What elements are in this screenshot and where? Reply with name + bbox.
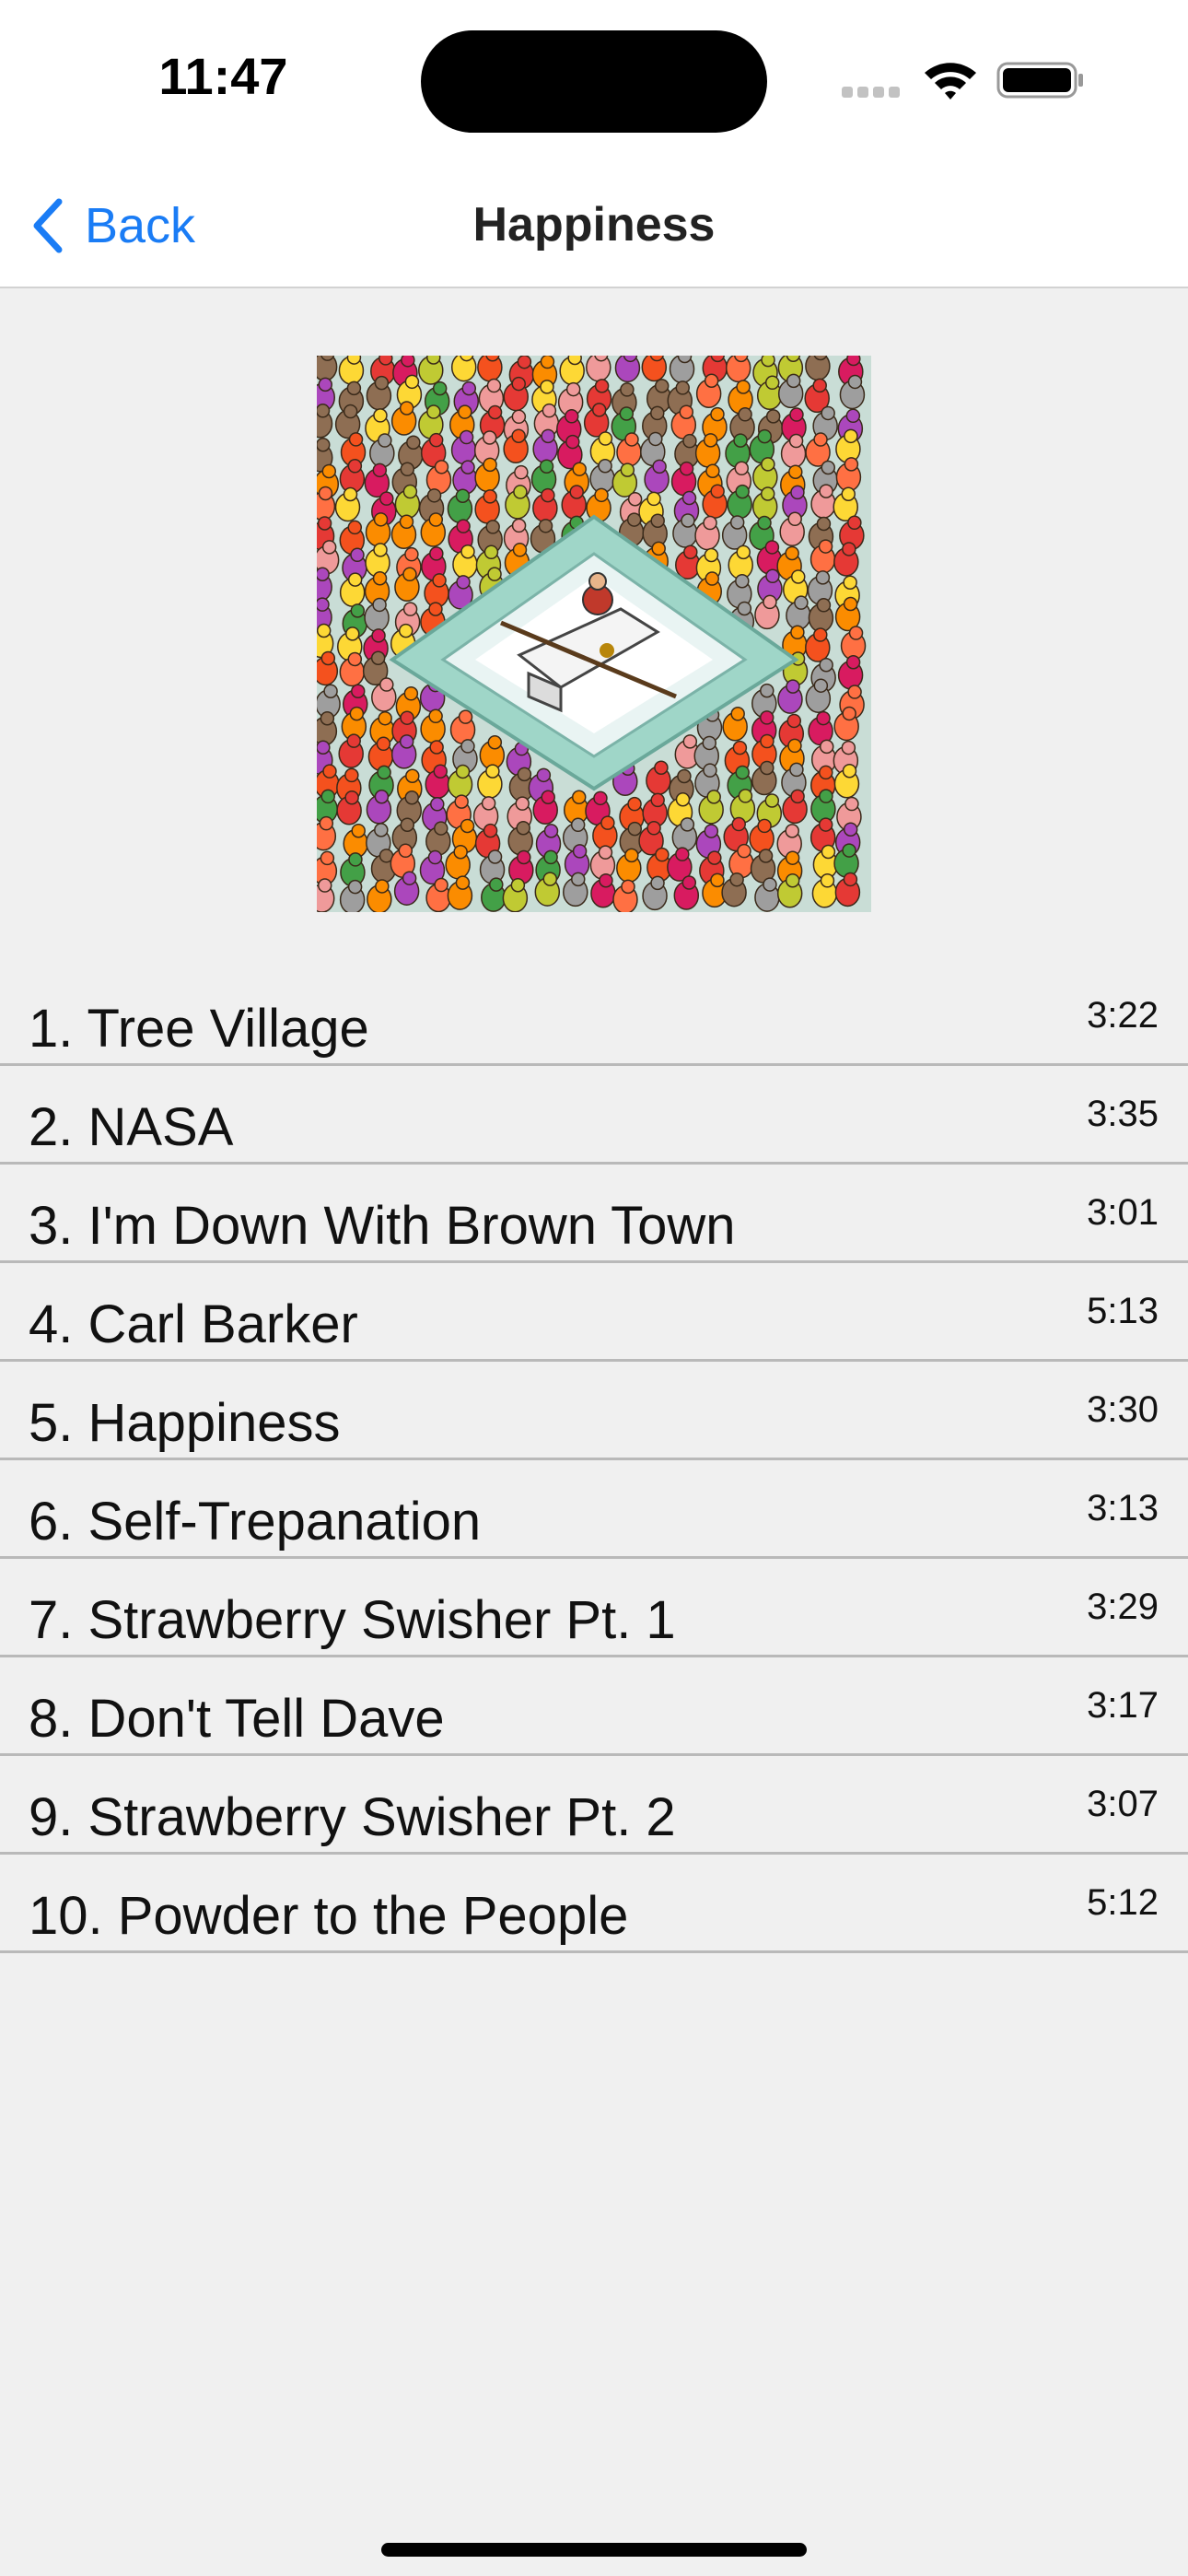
track-duration: 3:01: [1087, 1192, 1159, 1233]
track-title: 2. NASA: [29, 1097, 234, 1157]
track-row[interactable]: 2. NASA 3:35: [0, 1066, 1188, 1165]
track-list: 1. Tree Village 3:22 2. NASA 3:35 3. I'm Dow…: [0, 967, 1188, 1953]
navigation-bar: Happiness Back: [0, 166, 1188, 288]
track-title: 1. Tree Village: [29, 999, 369, 1059]
track-row[interactable]: 1. Tree Village 3:22: [0, 967, 1188, 1066]
track-row[interactable]: 10. Powder to the People 5:12: [0, 1855, 1188, 1953]
track-row[interactable]: 7. Strawberry Swisher Pt. 1 3:29: [0, 1559, 1188, 1657]
track-duration: 3:13: [1087, 1488, 1159, 1528]
back-button[interactable]: Back: [29, 193, 195, 258]
track-title: 3. I'm Down With Brown Town: [29, 1196, 736, 1256]
screen: 11:47 Happiness Back 1. Tree Village 3:2…: [0, 0, 1188, 2576]
track-title: 10. Powder to the People: [29, 1886, 629, 1946]
track-row[interactable]: 8. Don't Tell Dave 3:17: [0, 1657, 1188, 1756]
wifi-icon: [925, 63, 976, 100]
battery-icon: [996, 62, 1083, 99]
track-row[interactable]: 5. Happiness 3:30: [0, 1362, 1188, 1460]
home-indicator[interactable]: [381, 2543, 807, 2557]
back-label: Back: [85, 198, 196, 253]
chevron-left-icon: [33, 198, 63, 253]
track-duration: 3:22: [1087, 995, 1159, 1036]
track-duration: 5:12: [1087, 1882, 1159, 1923]
status-time: 11:47: [158, 47, 288, 105]
track-title: 9. Strawberry Swisher Pt. 2: [29, 1787, 676, 1847]
track-duration: 3:35: [1087, 1094, 1159, 1134]
album-artwork: [317, 356, 871, 912]
track-row[interactable]: 6. Self-Trepanation 3:13: [0, 1460, 1188, 1559]
track-duration: 3:17: [1087, 1685, 1159, 1726]
track-duration: 3:07: [1087, 1784, 1159, 1824]
track-row[interactable]: 3. I'm Down With Brown Town 3:01: [0, 1165, 1188, 1263]
status-bar: 11:47: [0, 0, 1188, 166]
track-row[interactable]: 4. Carl Barker 5:13: [0, 1263, 1188, 1362]
cellular-signal-icon: [842, 87, 906, 98]
track-duration: 3:30: [1087, 1389, 1159, 1430]
track-row[interactable]: 9. Strawberry Swisher Pt. 2 3:07: [0, 1756, 1188, 1855]
track-title: 8. Don't Tell Dave: [29, 1689, 445, 1749]
track-title: 4. Carl Barker: [29, 1294, 358, 1354]
track-duration: 3:29: [1087, 1587, 1159, 1627]
dynamic-island: [421, 30, 767, 133]
track-title: 7. Strawberry Swisher Pt. 1: [29, 1590, 676, 1650]
track-title: 6. Self-Trepanation: [29, 1492, 482, 1551]
track-title: 5. Happiness: [29, 1393, 341, 1453]
track-duration: 5:13: [1087, 1291, 1159, 1331]
